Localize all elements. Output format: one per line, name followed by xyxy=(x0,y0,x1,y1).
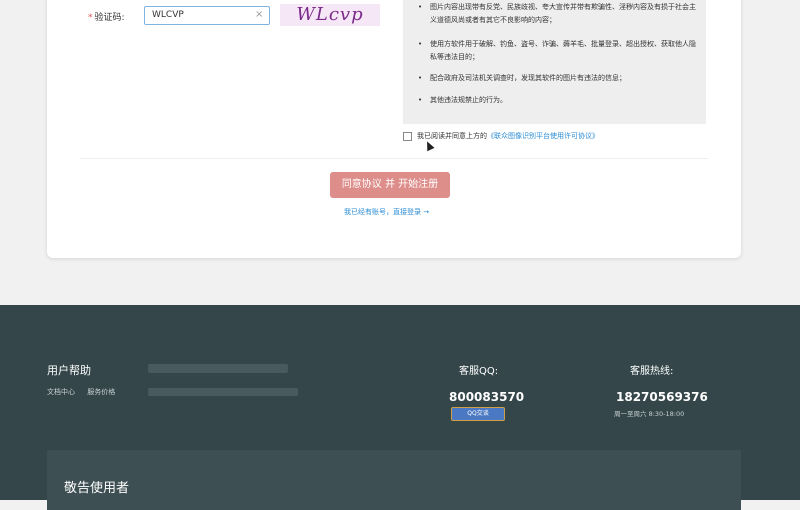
qq-label: 客服QQ: xyxy=(459,366,499,377)
bullet-icon: • xyxy=(418,96,423,104)
bullet-icon: • xyxy=(418,3,423,11)
terms-item: • 使用方软件用于破解、钓鱼、盗号、诈骗、薅羊毛、批量登录、超出授权、获取他人隐私… xyxy=(418,38,698,64)
captcha-image[interactable]: WLcvp xyxy=(280,4,380,26)
help-link-pricing[interactable]: 服务价格 xyxy=(87,388,115,396)
qq-number: 800083570 xyxy=(449,390,525,404)
hotline-number: 18270569376 xyxy=(616,390,708,404)
terms-item: • 其他违法规禁止的行为。 xyxy=(418,94,698,107)
terms-item-text: 配合政府及司法机关调查时，发现其软件的图片有违法的信息； xyxy=(430,74,626,82)
clear-icon[interactable]: × xyxy=(255,9,263,20)
divider xyxy=(80,158,708,159)
login-link[interactable]: 我已经有账号，直接登录 → xyxy=(344,207,429,217)
notice-title: 敬告使用者 xyxy=(64,481,130,496)
agree-text: 我已阅读并同意上方的 xyxy=(417,132,487,140)
captcha-label: * 验证码: xyxy=(88,10,125,23)
hotline-label: 客服热线: xyxy=(630,366,674,377)
hotline-hours: 周一至周六 8:30-18:00 xyxy=(614,410,685,418)
agree-checkbox[interactable] xyxy=(403,131,412,141)
blurred-text xyxy=(148,388,298,396)
bullet-icon: • xyxy=(418,40,423,48)
captcha-label-text: 验证码: xyxy=(94,13,125,23)
help-link-docs[interactable]: 文档中心 xyxy=(47,388,75,396)
blurred-text xyxy=(148,364,288,373)
terms-item-text: 图片内容出现带有反党、民族歧视、夸大宣传并带有欺骗性、淫秽内容及有损于社会主义道… xyxy=(430,3,696,24)
help-title: 用户帮助 xyxy=(47,364,91,377)
terms-item-text: 其他违法规禁止的行为。 xyxy=(430,96,507,104)
qq-chat-button[interactable]: QQ交谈 xyxy=(451,407,505,421)
help-links: 文档中心 服务价格 xyxy=(47,387,125,397)
notice-box xyxy=(47,450,741,510)
required-mark: * xyxy=(88,13,93,23)
agree-row: 我已阅读并同意上方的 《联众图像识别平台使用许可协议》 xyxy=(403,131,599,141)
captcha-input[interactable]: WLCVP xyxy=(144,6,270,25)
license-link[interactable]: 《联众图像识别平台使用许可协议》 xyxy=(487,131,599,141)
terms-item: • 图片内容出现带有反党、民族歧视、夸大宣传并带有欺骗性、淫秽内容及有损于社会主义… xyxy=(418,1,698,27)
terms-item-text: 使用方软件用于破解、钓鱼、盗号、诈骗、薅羊毛、批量登录、超出授权、获取他人隐私等… xyxy=(430,40,696,61)
bullet-icon: • xyxy=(418,74,423,82)
terms-item: • 配合政府及司法机关调查时，发现其软件的图片有违法的信息； xyxy=(418,72,698,85)
register-button[interactable]: 同意协议 并 开始注册 xyxy=(330,172,450,198)
